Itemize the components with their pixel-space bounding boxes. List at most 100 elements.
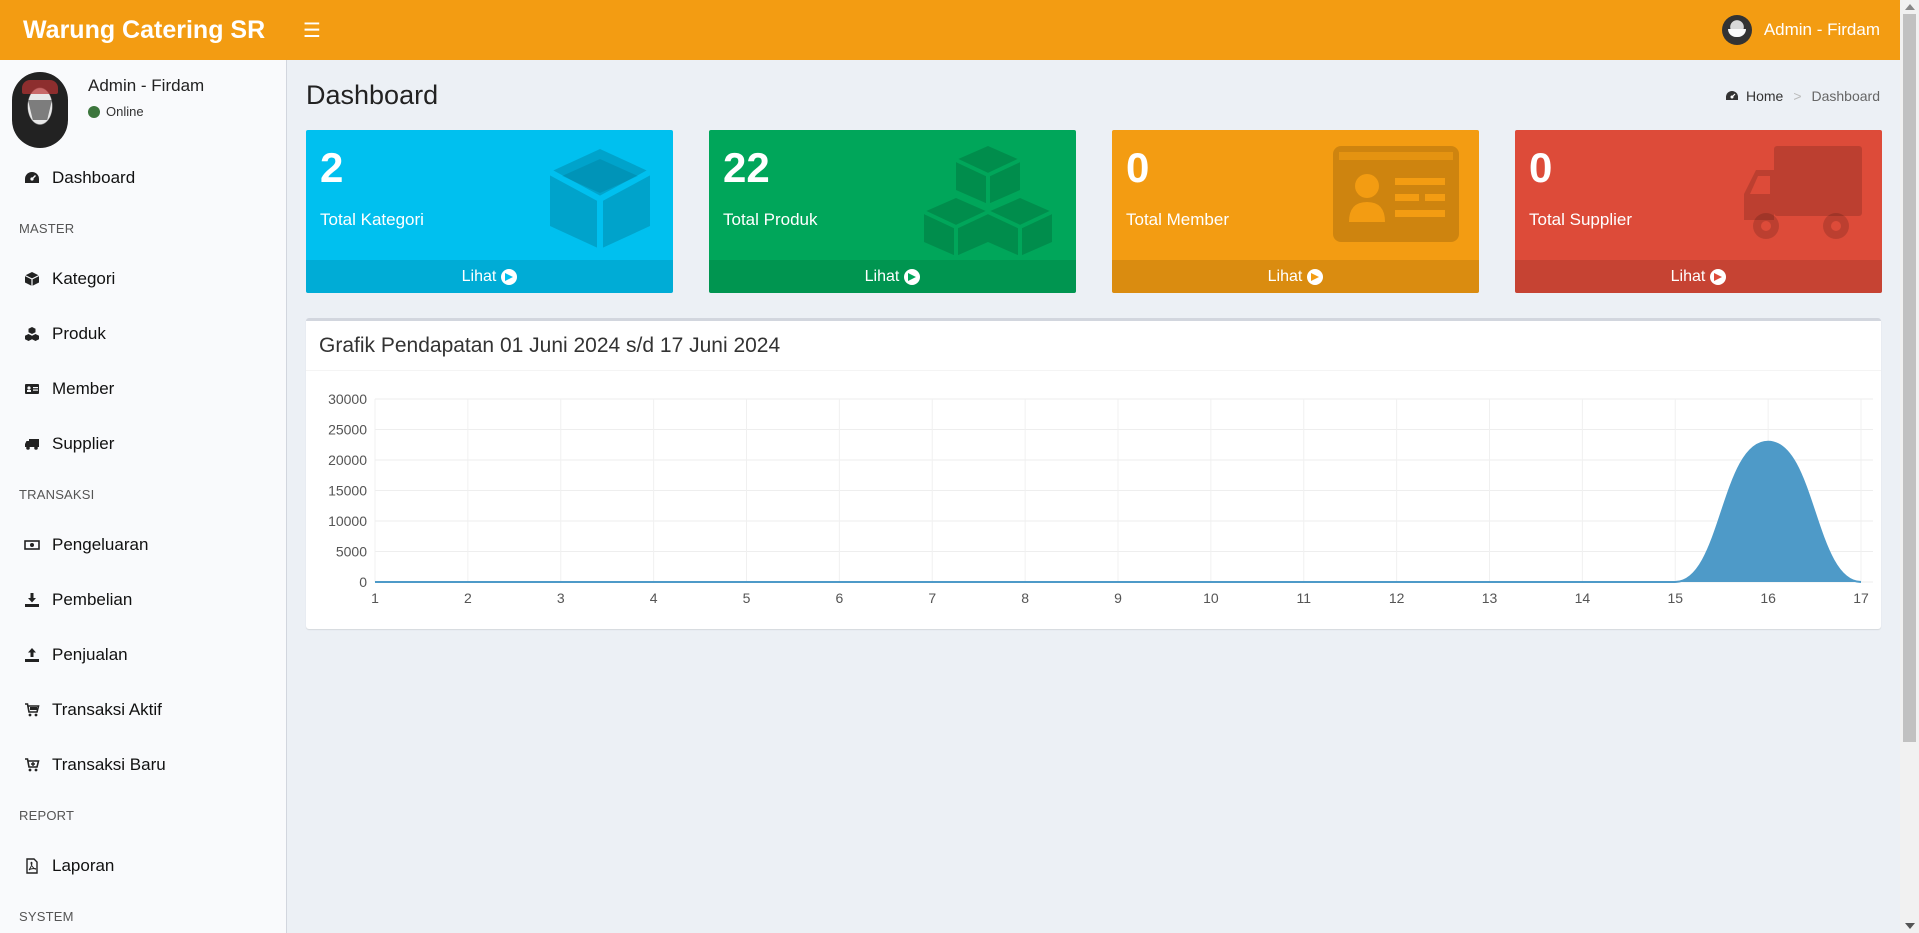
cart-icon: [22, 702, 42, 718]
stat-label: Total Member: [1126, 210, 1229, 229]
y-tick-label: 30000: [328, 391, 367, 407]
avatar: [12, 72, 68, 148]
sidebar-item-penjualan[interactable]: Penjualan: [0, 627, 286, 682]
sidebar-item-label: Laporan: [52, 855, 115, 875]
brand-logo[interactable]: Warung Catering SR: [0, 0, 287, 60]
id-card-icon: [22, 381, 42, 397]
sidebar-item-pengeluaran[interactable]: Pengeluaran: [0, 517, 286, 572]
y-tick-label: 25000: [328, 422, 367, 438]
sidebar-item-label: Pengeluaran: [52, 534, 149, 554]
stat-box-total-produk: 22 Total Produk Lihat: [709, 130, 1076, 293]
y-tick-label: 5000: [336, 544, 367, 560]
sidebar-item-transaksi-baru[interactable]: Transaksi Baru: [0, 737, 286, 792]
y-tick-label: 20000: [328, 452, 367, 468]
arrow-circle-right-icon: [904, 268, 921, 285]
user-panel-name: Admin - Firdam: [88, 76, 205, 95]
user-menu-label: Admin - Firdam: [1763, 20, 1880, 39]
pdf-icon: [22, 857, 42, 874]
page-title: Dashboard: [306, 80, 439, 110]
user-menu[interactable]: Admin - Firdam: [1721, 15, 1880, 45]
stat-value: 0: [1529, 144, 1553, 191]
dashboard-icon: [22, 170, 42, 186]
stat-box-link[interactable]: Lihat: [709, 260, 1076, 293]
stat-value: 22: [723, 144, 770, 191]
sidebar-item-label: Kategori: [52, 268, 116, 288]
sidebar-toggle-icon[interactable]: ☰: [287, 0, 337, 60]
sidebar-item-transaksi-aktif[interactable]: Transaksi Aktif: [0, 682, 286, 737]
content-header: Dashboard Home > Dashboard: [288, 60, 1900, 128]
arrow-circle-right-icon: [501, 268, 518, 285]
content-wrapper: Dashboard Home > Dashboard 2 Total Kateg…: [288, 60, 1900, 933]
sidebar-item-label: Transaksi Baru: [52, 754, 166, 774]
x-tick-label: 2: [464, 590, 472, 606]
dashboard-icon: [1725, 91, 1738, 100]
x-tick-label: 16: [1760, 590, 1776, 606]
stat-label: Total Kategori: [320, 210, 424, 229]
x-tick-label: 9: [1114, 590, 1122, 606]
online-dot-icon: [88, 105, 100, 118]
sidebar-menu: Dashboard MASTER Kategori Produk Member Suppl…: [0, 150, 286, 933]
arrow-circle-right-icon: [1710, 268, 1727, 285]
arrow-circle-right-icon: [1307, 268, 1324, 285]
scroll-down-icon[interactable]: [1905, 923, 1915, 929]
sidebar-item-label: Member: [52, 378, 115, 398]
stat-label: Total Supplier: [1529, 210, 1633, 229]
sidebar-item-produk[interactable]: Produk: [0, 306, 286, 361]
cubes-icon: [22, 326, 42, 342]
x-tick-label: 15: [1667, 590, 1683, 606]
x-tick-label: 5: [743, 590, 751, 606]
cube-icon: [22, 271, 42, 287]
x-tick-label: 13: [1482, 590, 1498, 606]
sidebar-item-supplier[interactable]: Supplier: [0, 416, 286, 471]
scroll-up-icon[interactable]: [1905, 4, 1915, 10]
breadcrumb-home-label: Home: [1745, 88, 1784, 104]
breadcrumb-home[interactable]: Home: [1725, 88, 1783, 104]
sidebar-header-report: REPORT: [19, 807, 75, 823]
chart-title: Grafik Pendapatan 01 Juni 2024 s/d 17 Ju…: [306, 321, 1881, 371]
avatar: [1721, 15, 1752, 45]
sidebar-item-label: Dashboard: [52, 167, 136, 187]
breadcrumb: Home > Dashboard: [1725, 88, 1880, 104]
x-tick-label: 17: [1853, 590, 1869, 606]
cart-plus-icon: [22, 757, 42, 773]
stat-box-link-label: Lihat: [1670, 267, 1706, 285]
x-tick-label: 4: [650, 590, 658, 606]
y-tick-label: 10000: [328, 513, 367, 529]
sidebar-item-member[interactable]: Member: [0, 361, 286, 416]
stat-box-total-supplier: 0 Total Supplier Lihat: [1515, 130, 1882, 293]
stat-box-link-label: Lihat: [1267, 267, 1303, 285]
stat-box-total-member: 0 Total Member Lihat: [1112, 130, 1479, 293]
stat-box-link[interactable]: Lihat: [1112, 260, 1479, 293]
scrollbar[interactable]: [1900, 0, 1919, 933]
sidebar-header-system: SYSTEM: [19, 908, 74, 924]
y-tick-label: 15000: [328, 483, 367, 499]
stat-box-total-kategori: 2 Total Kategori Lihat: [306, 130, 673, 293]
x-tick-label: 7: [928, 590, 936, 606]
stat-box-link-label: Lihat: [864, 267, 900, 285]
stat-value: 2: [320, 144, 344, 191]
sidebar-header-transaksi: TRANSAKSI: [19, 486, 95, 502]
x-tick-label: 6: [835, 590, 843, 606]
stat-box-link[interactable]: Lihat: [1515, 260, 1882, 293]
breadcrumb-separator: >: [1793, 88, 1802, 104]
sidebar-item-laporan[interactable]: Laporan: [0, 838, 286, 893]
truck-icon: [22, 436, 42, 452]
breadcrumb-active: Dashboard: [1811, 88, 1881, 104]
scroll-thumb[interactable]: [1903, 14, 1916, 742]
sidebar-item-dashboard[interactable]: Dashboard: [0, 150, 286, 205]
stat-value: 0: [1126, 144, 1150, 191]
stat-box-link[interactable]: Lihat: [306, 260, 673, 293]
user-panel: Admin - Firdam Online: [0, 60, 286, 150]
x-tick-label: 12: [1389, 590, 1405, 606]
x-tick-label: 1: [371, 590, 379, 606]
sidebar-item-label: Pembelian: [52, 589, 133, 609]
chart-panel: Grafik Pendapatan 01 Juni 2024 s/d 17 Ju…: [306, 318, 1881, 629]
sidebar-item-label: Transaksi Aktif: [52, 699, 162, 719]
status-badge: Online: [88, 104, 204, 119]
sidebar-item-label: Produk: [52, 323, 106, 343]
money-icon: [22, 537, 42, 553]
cube-icon: [545, 144, 655, 259]
x-tick-label: 8: [1021, 590, 1029, 606]
sidebar-item-pembelian[interactable]: Pembelian: [0, 572, 286, 627]
sidebar-item-kategori[interactable]: Kategori: [0, 251, 286, 306]
